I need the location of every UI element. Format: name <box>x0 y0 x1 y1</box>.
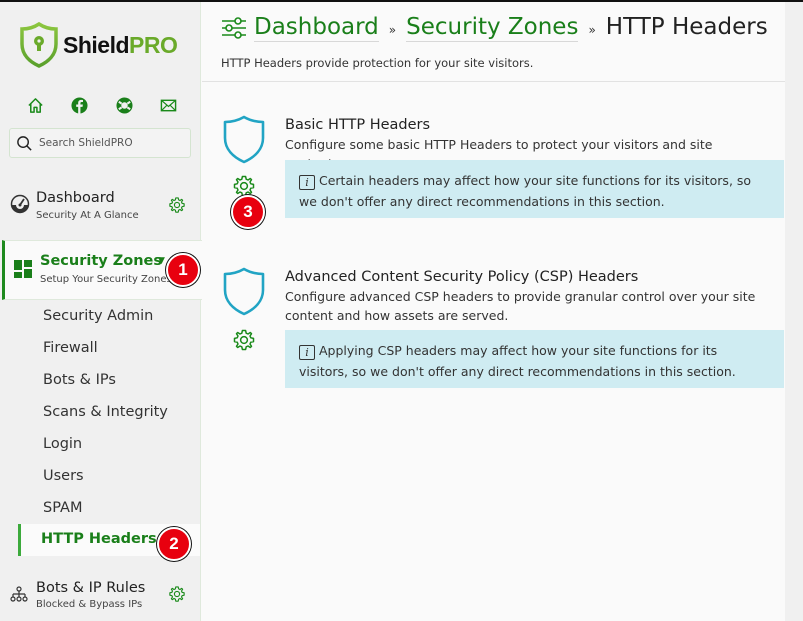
sidebar-item-title: Bots & IP Rules <box>36 580 146 596</box>
gear-icon[interactable] <box>168 196 186 214</box>
submenu-item-firewall[interactable]: Firewall <box>43 340 98 356</box>
submenu-item-scans-integrity[interactable]: Scans & Integrity <box>43 404 168 420</box>
info-icon: i <box>299 175 315 190</box>
quick-links <box>26 96 178 114</box>
brand-name: ShieldPRO <box>63 31 178 59</box>
submenu-item-label: HTTP Headers <box>41 531 157 547</box>
network-icon <box>10 586 28 602</box>
sliders-icon <box>222 17 246 39</box>
sidebar-item-subtitle: Security At A Glance <box>36 210 139 221</box>
sidebar-item-title: Dashboard <box>36 190 115 206</box>
scrollbar[interactable] <box>785 2 803 621</box>
section-basic-http-headers: Basic HTTP Headers Configure some basic … <box>222 114 785 234</box>
shield-lock-icon <box>20 22 58 68</box>
section-csp-headers: Advanced Content Security Policy (CSP) H… <box>222 266 785 396</box>
main-content: Dashboard » Security Zones » HTTP Header… <box>202 2 785 621</box>
grid-icon <box>14 260 32 278</box>
breadcrumb: Dashboard » Security Zones » HTTP Header… <box>221 14 768 42</box>
sidebar-item-subtitle: Blocked & Bypass IPs <box>36 599 143 610</box>
sidebar-item-bots-ip-rules[interactable]: Bots & IP Rules Blocked & Bypass IPs <box>0 574 200 620</box>
gear-icon[interactable] <box>232 328 256 352</box>
page-description: HTTP Headers provide protection for your… <box>221 56 534 70</box>
annotation-badge-1: 1 <box>166 253 200 287</box>
info-icon: i <box>299 345 315 360</box>
speedometer-icon <box>10 194 30 214</box>
sidebar-item-dashboard[interactable]: Dashboard Security At A Glance <box>0 188 200 234</box>
submenu-item-bots-ips[interactable]: Bots & IPs <box>43 372 116 388</box>
sidebar-item-subtitle: Setup Your Security Zones <box>40 274 172 285</box>
submenu-item-users[interactable]: Users <box>43 468 84 484</box>
mail-icon[interactable] <box>160 96 178 114</box>
lifebuoy-icon[interactable] <box>115 96 133 114</box>
shield-icon <box>222 114 266 164</box>
home-icon[interactable] <box>26 96 44 114</box>
info-alert: i Applying CSP headers may affect how you… <box>285 330 784 388</box>
section-description: Configure advanced CSP headers to provid… <box>285 289 756 323</box>
breadcrumb-separator: » <box>388 23 397 37</box>
search-icon <box>17 135 32 151</box>
submenu-item-login[interactable]: Login <box>43 436 82 452</box>
sidebar: ShieldPRO Dashboard Security At A Glance <box>0 2 202 621</box>
section-title: Advanced Content Security Policy (CSP) H… <box>285 269 639 285</box>
submenu-item-spam[interactable]: SPAM <box>43 500 82 516</box>
search-input[interactable] <box>39 137 179 149</box>
page-title: HTTP Headers <box>605 14 768 40</box>
search-box[interactable] <box>9 128 191 158</box>
alert-text: Applying CSP headers may affect how your… <box>299 343 736 379</box>
brand-name-shield: Shield <box>63 31 130 58</box>
annotation-badge-3: 3 <box>231 195 265 229</box>
breadcrumb-dashboard[interactable]: Dashboard <box>254 14 379 42</box>
brand-name-pro: PRO <box>129 31 178 58</box>
submenu-item-security-admin[interactable]: Security Admin <box>43 308 153 324</box>
annotation-badge-2: 2 <box>157 527 191 561</box>
section-title: Basic HTTP Headers <box>285 117 431 133</box>
breadcrumb-security-zones[interactable]: Security Zones <box>406 14 579 42</box>
page-header: Dashboard » Security Zones » HTTP Header… <box>202 2 785 82</box>
logo[interactable]: ShieldPRO <box>19 22 178 68</box>
facebook-icon[interactable] <box>71 96 89 114</box>
sidebar-item-title: Security Zones <box>40 253 163 269</box>
breadcrumb-separator: » <box>588 23 596 37</box>
info-alert: i Certain headers may affect how your sit… <box>285 160 784 218</box>
alert-text: Certain headers may affect how your site… <box>299 173 752 209</box>
gear-icon[interactable] <box>168 585 186 603</box>
shield-icon <box>222 266 266 316</box>
caret-down-icon[interactable]: ▼ <box>158 256 165 266</box>
